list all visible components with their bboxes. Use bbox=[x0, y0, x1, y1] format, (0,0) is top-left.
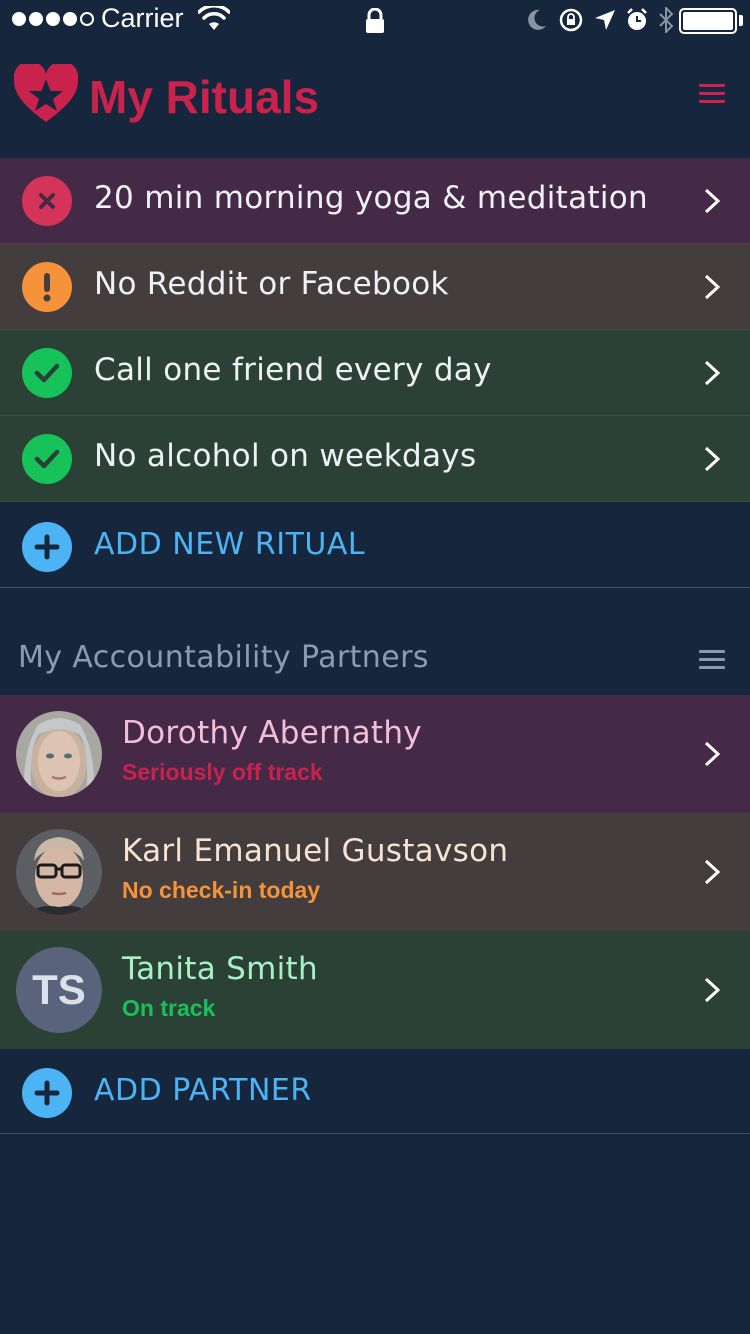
chevron-right-icon bbox=[704, 446, 721, 472]
partners-section-header: My Accountability Partners bbox=[0, 620, 750, 694]
chevron-right-icon bbox=[704, 741, 721, 767]
heart-star-icon bbox=[14, 64, 78, 122]
partner-name: Karl Emanuel Gustavson bbox=[122, 833, 509, 869]
ritual-row[interactable]: 20 min morning yoga & meditation bbox=[0, 158, 750, 244]
chevron-right-icon bbox=[704, 977, 721, 1003]
x-circle-icon bbox=[22, 176, 72, 226]
signal-strength-icon bbox=[12, 12, 94, 26]
partner-row[interactable]: TS Tanita Smith On track bbox=[0, 931, 750, 1049]
page-title: My Rituals bbox=[89, 71, 320, 123]
add-ritual-button[interactable]: ADD NEW RITUAL bbox=[0, 502, 750, 588]
partner-status: No check-in today bbox=[122, 877, 321, 903]
chevron-right-icon bbox=[704, 859, 721, 885]
hamburger-menu-icon[interactable] bbox=[699, 84, 725, 106]
check-circle-icon bbox=[22, 434, 72, 484]
ritual-label: No alcohol on weekdays bbox=[94, 438, 477, 474]
location-arrow-icon bbox=[595, 10, 615, 30]
wifi-icon bbox=[198, 6, 230, 30]
status-bar: Carrier bbox=[0, 0, 750, 40]
do-not-disturb-moon-icon bbox=[528, 9, 546, 30]
chevron-right-icon bbox=[704, 274, 721, 300]
alarm-clock-icon bbox=[627, 8, 647, 30]
avatar: TS bbox=[16, 947, 102, 1033]
plus-circle-icon bbox=[22, 1068, 72, 1118]
ritual-label: 20 min morning yoga & meditation bbox=[94, 180, 648, 216]
ritual-label: Call one friend every day bbox=[94, 352, 492, 388]
exclamation-circle-icon bbox=[22, 262, 72, 312]
add-partner-label: ADD PARTNER bbox=[94, 1073, 312, 1108]
partners-title: My Accountability Partners bbox=[18, 640, 429, 675]
partner-name: Tanita Smith bbox=[122, 951, 318, 987]
carrier-label: Carrier bbox=[101, 3, 184, 33]
add-ritual-label: ADD NEW RITUAL bbox=[94, 527, 366, 562]
chevron-right-icon bbox=[704, 188, 721, 214]
ritual-row[interactable]: No Reddit or Facebook bbox=[0, 244, 750, 330]
bluetooth-icon bbox=[659, 7, 674, 33]
rituals-list: 20 min morning yoga & meditation No Redd… bbox=[0, 158, 750, 588]
partners-list: Dorothy Abernathy Seriously off track Ka… bbox=[0, 695, 750, 1049]
avatar bbox=[16, 829, 102, 915]
partner-status: On track bbox=[122, 995, 216, 1021]
plus-circle-icon bbox=[22, 522, 72, 572]
partners-menu-icon[interactable] bbox=[699, 650, 725, 672]
battery-icon bbox=[679, 8, 737, 34]
lock-icon bbox=[366, 8, 384, 33]
partner-status: Seriously off track bbox=[122, 759, 323, 785]
partner-row[interactable]: Karl Emanuel Gustavson No check-in today bbox=[0, 813, 750, 931]
app-header: My Rituals bbox=[0, 40, 750, 158]
partner-name: Dorothy Abernathy bbox=[122, 715, 422, 751]
ritual-row[interactable]: Call one friend every day bbox=[0, 330, 750, 416]
check-circle-icon bbox=[22, 348, 72, 398]
rotation-lock-icon bbox=[559, 8, 583, 32]
avatar bbox=[16, 711, 102, 797]
ritual-label: No Reddit or Facebook bbox=[94, 266, 449, 302]
chevron-right-icon bbox=[704, 360, 721, 386]
add-partner-button[interactable]: ADD PARTNER bbox=[0, 1048, 750, 1134]
partner-row[interactable]: Dorothy Abernathy Seriously off track bbox=[0, 695, 750, 813]
ritual-row[interactable]: No alcohol on weekdays bbox=[0, 416, 750, 502]
